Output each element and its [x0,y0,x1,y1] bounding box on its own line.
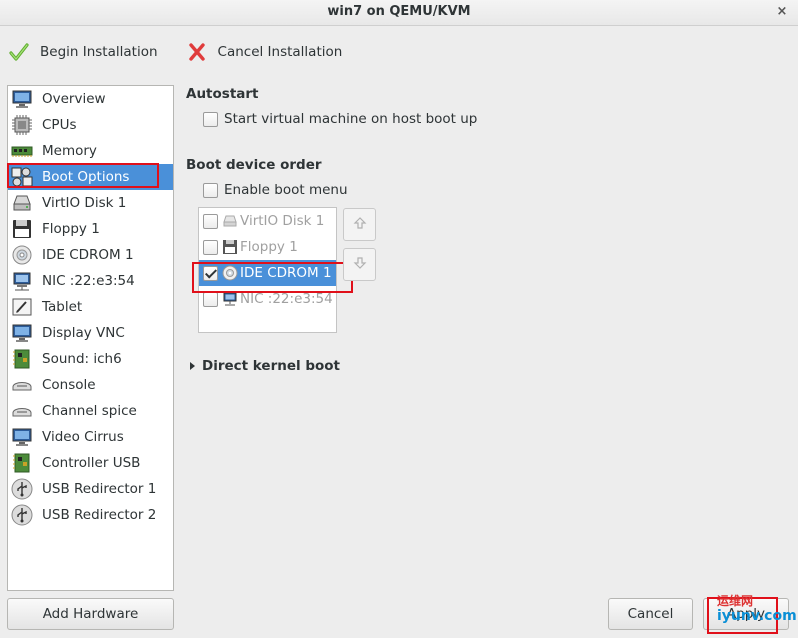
network-icon [11,270,33,292]
monitor-icon [11,88,33,110]
hw-item-virtio-disk[interactable]: VirtIO Disk 1 [8,190,173,216]
arrow-down-icon [353,256,367,274]
direct-kernel-boot-expander[interactable]: Direct kernel boot [190,358,340,374]
tablet-icon [11,296,33,318]
hw-item-sound[interactable]: Sound: ich6 [8,346,173,372]
hw-item-usb-redirector-2[interactable]: USB Redirector 2 [8,502,173,528]
floppy-icon [222,239,238,255]
boot-device-checkbox[interactable] [203,213,218,229]
hw-item-label: Channel spice [42,403,137,419]
enable-boot-menu-checkbox[interactable] [203,182,218,198]
hw-item-boot-options[interactable]: Boot Options [8,164,173,190]
hw-item-label: CPUs [42,117,77,133]
channel-icon [11,400,33,422]
controller-icon [11,452,33,474]
hw-item-label: Video Cirrus [42,429,124,445]
watermark: 运维网 iyunv.com [717,594,797,624]
boot-device-label: Floppy 1 [240,239,298,255]
boot-device-row[interactable]: Floppy 1 [199,234,336,260]
boot-device-label: NIC :22:e3:54 [240,291,333,307]
hw-item-label: Tablet [42,299,83,315]
usb-icon [11,504,33,526]
hw-item-label: Boot Options [42,169,130,185]
cdrom-icon [222,265,238,281]
hw-item-tablet[interactable]: Tablet [8,294,173,320]
close-icon[interactable]: × [774,0,790,24]
network-icon [222,291,238,307]
hw-item-label: IDE CDROM 1 [42,247,134,263]
hw-item-label: Overview [42,91,106,107]
direct-kernel-boot-label: Direct kernel boot [202,358,340,374]
add-hardware-button[interactable]: Add Hardware [7,598,174,630]
toolbar: Begin Installation Cancel Installation [0,27,798,77]
boot-order-title: Boot device order [186,157,322,173]
boot-device-checkbox[interactable] [203,265,218,281]
cancel-button[interactable]: Cancel [608,598,693,630]
hw-item-overview[interactable]: Overview [8,86,173,112]
hw-item-label: USB Redirector 2 [42,507,157,523]
hw-item-usb-redirector-1[interactable]: USB Redirector 1 [8,476,173,502]
hw-item-memory[interactable]: Memory [8,138,173,164]
cpu-icon [11,114,33,136]
hw-item-floppy[interactable]: Floppy 1 [8,216,173,242]
hw-item-console[interactable]: Console [8,372,173,398]
disk-icon [11,192,33,214]
watermark-line1: 运维网 [717,594,754,608]
boot-device-label: IDE CDROM 1 [240,265,332,281]
display-icon [11,322,33,344]
red-x-icon [186,41,208,63]
hw-item-label: Memory [42,143,97,159]
cancel-installation-label: Cancel Installation [217,44,343,60]
window-titlebar: win7 on QEMU/KVM × [0,0,798,26]
hw-item-cpus[interactable]: CPUs [8,112,173,138]
boot-options-icon [11,166,33,188]
boot-device-row[interactable]: NIC :22:e3:54 [199,286,336,312]
hw-item-label: VirtIO Disk 1 [42,195,127,211]
enable-boot-menu-row[interactable]: Enable boot menu [203,182,348,198]
autostart-checkbox[interactable] [203,111,218,127]
autostart-label: Start virtual machine on host boot up [224,111,478,127]
hw-item-controller-usb[interactable]: Controller USB [8,450,173,476]
boot-device-checkbox[interactable] [203,291,218,307]
enable-boot-menu-label: Enable boot menu [224,182,348,198]
hw-item-channel-spice[interactable]: Channel spice [8,398,173,424]
watermark-line2: iyunv.com [717,608,797,624]
expander-arrow-icon [190,362,195,370]
disk-icon [222,213,238,229]
memory-icon [11,140,33,162]
hw-item-video-cirrus[interactable]: Video Cirrus [8,424,173,450]
hw-item-label: Console [42,377,96,393]
hw-item-display-vnc[interactable]: Display VNC [8,320,173,346]
boot-device-label: VirtIO Disk 1 [240,213,325,229]
hw-item-ide-cdrom[interactable]: IDE CDROM 1 [8,242,173,268]
autostart-row[interactable]: Start virtual machine on host boot up [203,111,477,127]
boot-device-checkbox[interactable] [203,239,218,255]
checkmark-icon [8,41,30,63]
boot-device-list: VirtIO Disk 1 Floppy 1 IDE CDROM 1 NIC :… [198,207,337,333]
console-icon [11,374,33,396]
hw-item-nic[interactable]: NIC :22:e3:54 [8,268,173,294]
begin-installation-label: Begin Installation [40,44,158,60]
hw-item-label: Floppy 1 [42,221,100,237]
hw-item-label: NIC :22:e3:54 [42,273,135,289]
autostart-title: Autostart [186,86,259,102]
hw-item-label: Controller USB [42,455,141,471]
floppy-icon [11,218,33,240]
video-icon [11,426,33,448]
boot-device-row-selected[interactable]: IDE CDROM 1 [199,260,336,286]
hw-item-label: Display VNC [42,325,125,341]
cdrom-icon [11,244,33,266]
hw-item-label: Sound: ich6 [42,351,122,367]
move-down-button[interactable] [343,248,376,281]
window-title: win7 on QEMU/KVM [327,4,471,19]
sound-icon [11,348,33,370]
move-up-button[interactable] [343,208,376,241]
arrow-up-icon [353,216,367,234]
boot-device-row[interactable]: VirtIO Disk 1 [199,208,336,234]
usb-icon [11,478,33,500]
hw-item-label: USB Redirector 1 [42,481,157,497]
begin-installation-button[interactable]: Begin Installation [8,37,158,67]
hardware-list: Overview CPUs Memory Boot Options VirtIO… [7,85,174,591]
cancel-installation-button[interactable]: Cancel Installation [186,37,343,67]
